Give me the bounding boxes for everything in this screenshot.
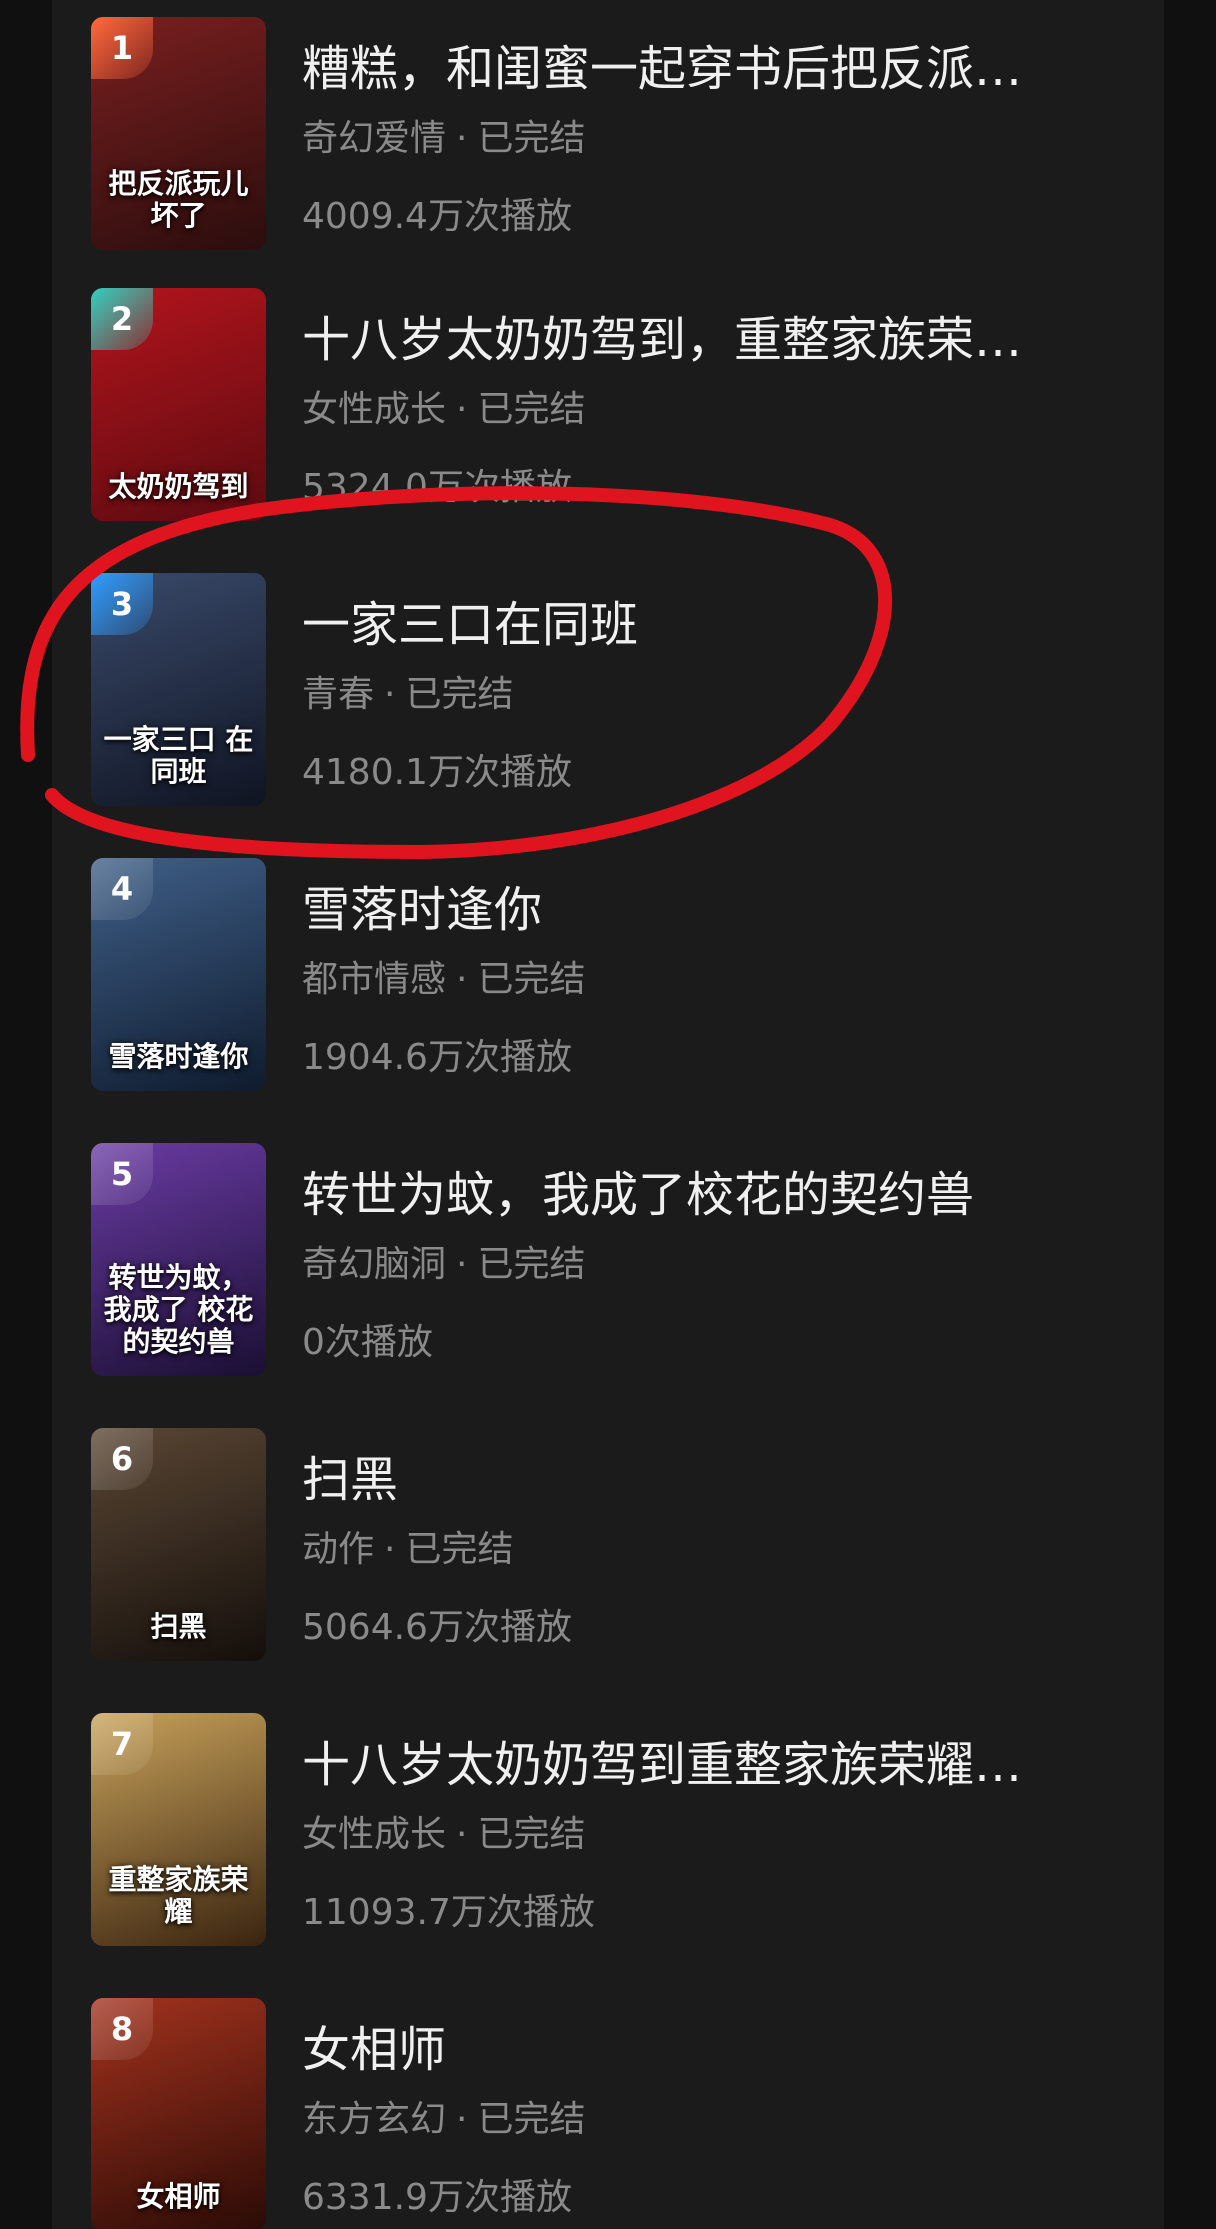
separator-dot: · bbox=[456, 118, 468, 159]
rank-badge: 3 bbox=[91, 573, 153, 635]
poster-image[interactable]: 太奶奶驾到 2 bbox=[91, 288, 266, 521]
genre-label: 奇幻脑洞 bbox=[302, 1244, 447, 1285]
drama-title[interactable]: 转世为蚊，我成了校花的契约兽 bbox=[302, 1165, 1164, 1225]
poster-image[interactable]: 一家三口 在同班 3 bbox=[91, 573, 266, 806]
drama-meta: 女性成长 · 已完结 bbox=[302, 1813, 585, 1857]
separator-dot: · bbox=[456, 959, 468, 1000]
status-label: 已完结 bbox=[477, 2099, 586, 2140]
play-count: 4180.1万次播放 bbox=[302, 752, 572, 793]
list-item[interactable]: 把反派玩儿坏了 1 糟糕，和闺蜜一起穿书后把反派… 奇幻爱情 · 已完结 4009.… bbox=[91, 17, 1131, 253]
genre-label: 奇幻爱情 bbox=[302, 118, 447, 159]
poster-caption: 一家三口 在同班 bbox=[103, 723, 254, 788]
genre-label: 女性成长 bbox=[302, 1814, 447, 1855]
list-item[interactable]: 重整家族荣耀 7 十八岁太奶奶驾到重整家族荣耀… 女性成长 · 已完结 11093.… bbox=[91, 1713, 1131, 1949]
poster-caption: 女相师 bbox=[136, 2180, 221, 2213]
rank-badge: 5 bbox=[91, 1143, 153, 1205]
poster-caption: 把反派玩儿坏了 bbox=[108, 167, 249, 232]
drama-title[interactable]: 扫黑 bbox=[302, 1450, 1164, 1510]
status-label: 已完结 bbox=[477, 959, 586, 1000]
poster-image[interactable]: 转世为蚊，我成了 校花的契约兽 5 bbox=[91, 1143, 266, 1376]
poster-image[interactable]: 女相师 8 bbox=[91, 1998, 266, 2229]
list-item[interactable]: 一家三口 在同班 3 一家三口在同班 青春 · 已完结 4180.1万次播放 bbox=[91, 573, 1131, 809]
drama-title[interactable]: 一家三口在同班 bbox=[302, 595, 1164, 655]
separator-dot: · bbox=[384, 1529, 396, 1570]
rank-badge: 7 bbox=[91, 1713, 153, 1775]
poster-caption: 太奶奶驾到 bbox=[108, 470, 249, 503]
poster-image[interactable]: 把反派玩儿坏了 1 bbox=[91, 17, 266, 250]
drama-meta: 女性成长 · 已完结 bbox=[302, 388, 585, 432]
drama-meta: 动作 · 已完结 bbox=[302, 1528, 513, 1572]
status-label: 已完结 bbox=[477, 1814, 586, 1855]
play-count: 6331.9万次播放 bbox=[302, 2177, 572, 2218]
genre-label: 东方玄幻 bbox=[302, 2099, 447, 2140]
drama-meta: 东方玄幻 · 已完结 bbox=[302, 2098, 585, 2142]
drama-title[interactable]: 十八岁太奶奶驾到，重整家族荣… bbox=[302, 310, 1164, 370]
drama-title[interactable]: 糟糕，和闺蜜一起穿书后把反派… bbox=[302, 39, 1164, 99]
rank-badge: 1 bbox=[91, 17, 153, 79]
drama-ranking-list: 把反派玩儿坏了 1 糟糕，和闺蜜一起穿书后把反派… 奇幻爱情 · 已完结 4009.… bbox=[52, 0, 1164, 2229]
status-label: 已完结 bbox=[405, 674, 514, 715]
list-item[interactable]: 转世为蚊，我成了 校花的契约兽 5 转世为蚊，我成了校花的契约兽 奇幻脑洞 · 已完… bbox=[91, 1143, 1131, 1379]
separator-dot: · bbox=[456, 1244, 468, 1285]
rank-badge: 6 bbox=[91, 1428, 153, 1490]
separator-dot: · bbox=[384, 674, 396, 715]
play-count: 5324.0万次播放 bbox=[302, 467, 572, 508]
separator-dot: · bbox=[456, 2099, 468, 2140]
list-item[interactable]: 雪落时逢你 4 雪落时逢你 都市情感 · 已完结 1904.6万次播放 bbox=[91, 858, 1131, 1094]
status-label: 已完结 bbox=[405, 1529, 514, 1570]
poster-image[interactable]: 重整家族荣耀 7 bbox=[91, 1713, 266, 1946]
drama-title[interactable]: 十八岁太奶奶驾到重整家族荣耀… bbox=[302, 1735, 1164, 1795]
status-label: 已完结 bbox=[477, 1244, 586, 1285]
separator-dot: · bbox=[456, 389, 468, 430]
rank-badge: 4 bbox=[91, 858, 153, 920]
status-label: 已完结 bbox=[477, 389, 586, 430]
poster-caption: 重整家族荣耀 bbox=[108, 1863, 249, 1928]
genre-label: 青春 bbox=[302, 674, 375, 715]
poster-caption: 扫黑 bbox=[150, 1610, 207, 1643]
play-count: 4009.4万次播放 bbox=[302, 196, 572, 237]
genre-label: 女性成长 bbox=[302, 389, 447, 430]
poster-image[interactable]: 雪落时逢你 4 bbox=[91, 858, 266, 1091]
status-label: 已完结 bbox=[477, 118, 586, 159]
drama-title[interactable]: 雪落时逢你 bbox=[302, 880, 1164, 940]
list-item[interactable]: 太奶奶驾到 2 十八岁太奶奶驾到，重整家族荣… 女性成长 · 已完结 5324.0万… bbox=[91, 288, 1131, 524]
genre-label: 动作 bbox=[302, 1529, 375, 1570]
poster-image[interactable]: 扫黑 6 bbox=[91, 1428, 266, 1661]
poster-caption: 雪落时逢你 bbox=[108, 1040, 249, 1073]
play-count: 0次播放 bbox=[302, 1322, 433, 1363]
poster-caption: 转世为蚊，我成了 校花的契约兽 bbox=[103, 1261, 254, 1358]
separator-dot: · bbox=[456, 1814, 468, 1855]
drama-meta: 都市情感 · 已完结 bbox=[302, 958, 585, 1002]
rank-badge: 2 bbox=[91, 288, 153, 350]
drama-meta: 青春 · 已完结 bbox=[302, 673, 513, 717]
play-count: 1904.6万次播放 bbox=[302, 1037, 572, 1078]
genre-label: 都市情感 bbox=[302, 959, 447, 1000]
play-count: 11093.7万次播放 bbox=[302, 1892, 595, 1933]
list-item[interactable]: 扫黑 6 扫黑 动作 · 已完结 5064.6万次播放 bbox=[91, 1428, 1131, 1664]
rank-badge: 8 bbox=[91, 1998, 153, 2060]
play-count: 5064.6万次播放 bbox=[302, 1607, 572, 1648]
drama-title[interactable]: 女相师 bbox=[302, 2020, 1164, 2080]
list-item[interactable]: 女相师 8 女相师 东方玄幻 · 已完结 6331.9万次播放 bbox=[91, 1998, 1131, 2229]
drama-meta: 奇幻爱情 · 已完结 bbox=[302, 117, 585, 161]
drama-meta: 奇幻脑洞 · 已完结 bbox=[302, 1243, 585, 1287]
